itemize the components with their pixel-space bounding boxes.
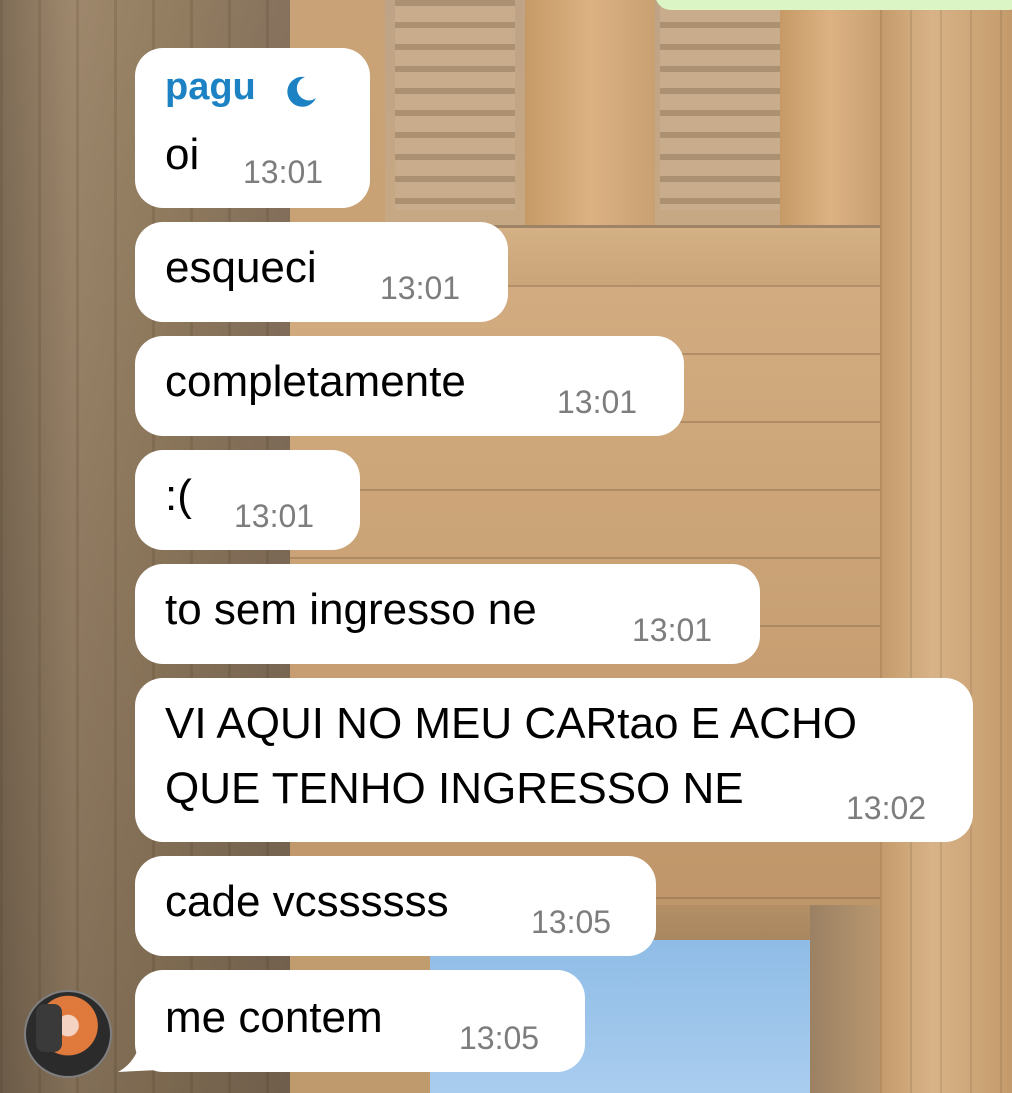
message-bubble[interactable]: me contem 13:05 xyxy=(135,970,585,1072)
wallpaper-beam xyxy=(525,0,655,230)
message-time: 13:01 xyxy=(557,384,638,420)
crescent-moon-icon xyxy=(287,76,316,107)
message-time: 13:02 xyxy=(846,790,927,826)
message-text: me contem xyxy=(165,993,383,1042)
message-bubble[interactable]: pagu oi 13:01 xyxy=(135,48,370,208)
message-time: 13:01 xyxy=(632,612,713,648)
avatar[interactable] xyxy=(24,990,112,1078)
wallpaper-column-right xyxy=(880,0,1012,1093)
message-time: 13:01 xyxy=(243,154,324,190)
message-text: cade vcssssss xyxy=(165,877,449,926)
message-time: 13:01 xyxy=(380,270,461,306)
message-bubble[interactable]: completamente 13:01 xyxy=(135,336,684,436)
outgoing-message-bubble-edge[interactable] xyxy=(655,0,1012,10)
wallpaper-door-frame xyxy=(810,905,880,1093)
message-bubble[interactable]: to sem ingresso ne 13:01 xyxy=(135,564,760,664)
message-bubble[interactable]: cade vcssssss 13:05 xyxy=(135,856,656,956)
message-time: 13:05 xyxy=(531,904,612,940)
message-text: to sem ingresso ne xyxy=(165,585,537,634)
message-text-line-1: VI AQUI NO MEU CARtao E ACHO xyxy=(165,699,857,748)
wallpaper-beam xyxy=(780,0,880,230)
message-text: :( xyxy=(165,471,192,520)
wallpaper-coffer xyxy=(395,0,515,210)
message-text-line-2: QUE TENHO INGRESSO NE xyxy=(165,764,744,813)
message-text: oi xyxy=(165,130,200,179)
avatar-detail xyxy=(36,1004,62,1052)
message-time: 13:01 xyxy=(234,498,315,534)
message-bubble[interactable]: :( 13:01 xyxy=(135,450,360,550)
message-text: esqueci xyxy=(165,243,317,292)
message-bubble[interactable]: esqueci 13:01 xyxy=(135,222,508,322)
sender-name[interactable]: pagu xyxy=(165,66,256,109)
message-time: 13:05 xyxy=(459,1020,540,1056)
message-text: completamente xyxy=(165,357,466,406)
message-bubble[interactable]: VI AQUI NO MEU CARtao E ACHO QUE TENHO I… xyxy=(135,678,973,842)
wallpaper-coffer xyxy=(660,0,780,210)
